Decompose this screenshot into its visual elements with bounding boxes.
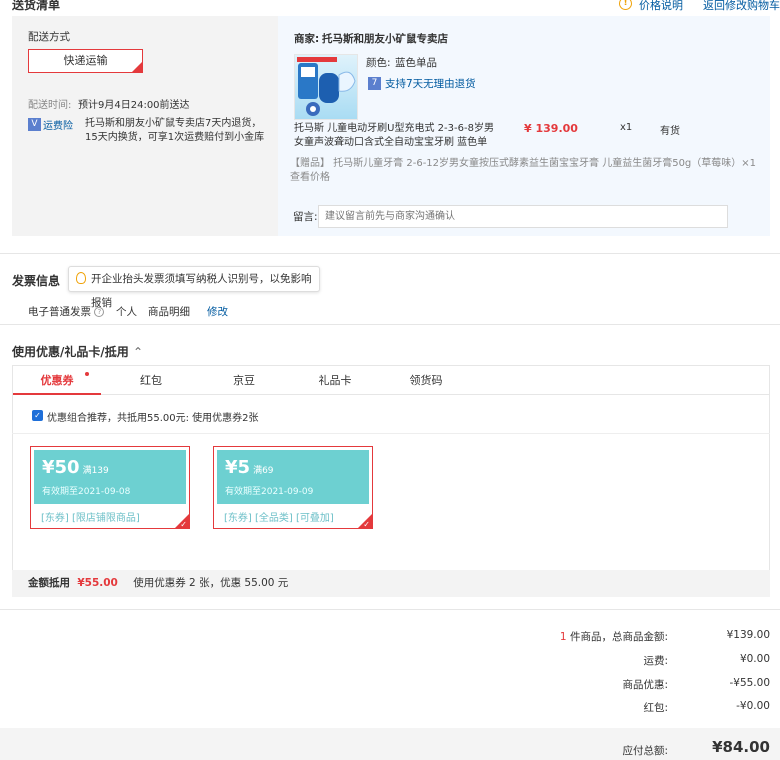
goods-total-value: ¥139.00: [726, 629, 770, 641]
back-to-cart-link[interactable]: 返回修改购物车: [703, 0, 780, 13]
coupon-summary-amount: ¥55.00: [77, 577, 118, 589]
discount-label: 商品优惠:: [622, 679, 668, 691]
invoice-edit-link[interactable]: 修改: [207, 304, 228, 319]
bulb-icon: [76, 272, 86, 284]
coupon-card[interactable]: ¥50 满139 有效期至2021-09-08 [东券] [限店铺限商品] ✓: [30, 446, 190, 529]
coupon-tags: [东券] [全品类] [可叠加]: [224, 513, 334, 524]
store-label: 商家:: [294, 33, 320, 45]
check-icon: ✓: [180, 520, 187, 529]
check-icon: ✓: [363, 520, 370, 529]
invoice-content: 商品明细: [148, 306, 190, 318]
insurance-icon: V: [28, 118, 41, 131]
coupon-face: ¥50 满139 有效期至2021-09-08: [34, 450, 186, 504]
store-name[interactable]: 托马斯和朋友小矿鼠专卖店: [322, 31, 448, 46]
invoice-holder: 个人: [116, 306, 137, 318]
tab-coupons-label: 优惠券: [40, 374, 74, 387]
express-shipping-option[interactable]: 快递运输 ✓: [28, 49, 143, 73]
freight-label: 运费:: [643, 655, 668, 667]
tab-jd-beans[interactable]: 京豆: [201, 366, 287, 395]
coupon-face: ¥5 满69 有效期至2021-09-09: [217, 450, 369, 504]
item-count: 1: [559, 631, 567, 643]
freight-insurance-link[interactable]: 运费险: [43, 117, 73, 132]
tab-coupons[interactable]: 优惠券: [13, 366, 101, 395]
coupon-card[interactable]: ¥5 满69 有效期至2021-09-09 [东券] [全品类] [可叠加] ✓: [213, 446, 373, 529]
message-input[interactable]: [318, 205, 728, 228]
divider: [12, 433, 770, 434]
coupon-amount: ¥50 满139: [42, 457, 109, 478]
delivery-time-label: 配送时间:: [28, 100, 72, 111]
shipping-method-label: 配送方式: [28, 31, 70, 43]
express-shipping-label: 快递运输: [63, 54, 108, 67]
coupon-tags: [东券] [限店铺限商品]: [41, 513, 140, 524]
item-count-suffix: 件商品，总商品金额:: [569, 631, 668, 643]
invoice-tip: 开企业抬头发票须填写纳税人识别号，以免影响报销: [68, 266, 320, 309]
product-qty: x1: [620, 122, 633, 133]
coupon-amount: ¥5 满69: [225, 457, 274, 478]
message-label: 留言:: [293, 211, 318, 223]
stock-status: 有货: [660, 126, 680, 137]
coupon-tabs: 优惠券 红包 京豆 礼品卡 领货码: [12, 365, 770, 395]
coupon-summary-label: 金额抵用: [28, 577, 70, 589]
section-title-shipping-list: 送货清单: [12, 0, 61, 12]
check-icon: ✓: [135, 59, 141, 67]
info-icon[interactable]: ?: [94, 307, 105, 317]
discount-value: -¥55.00: [729, 677, 770, 689]
grand-total-value: ¥84.00: [712, 738, 770, 756]
invoice-title: 发票信息: [12, 274, 61, 288]
color-value: 蓝色单品: [395, 57, 437, 69]
warning-icon: !: [619, 0, 632, 10]
product-price: ¥ 139.00: [524, 122, 578, 135]
chevron-up-icon: ⌃: [132, 345, 144, 359]
return-policy-link[interactable]: 支持7天无理由退货: [385, 76, 476, 91]
red-packet-value: -¥0.00: [736, 700, 770, 712]
freight-insurance-text: 托马斯和朋友小矿鼠专卖店7天内退货，15天内换货，可享1次运费赔付到小金库: [85, 118, 265, 143]
delivery-time-value: 预计9月4日24:00前送达: [78, 100, 190, 111]
red-packet-label: 红包:: [643, 702, 668, 714]
new-dot-icon: [85, 372, 89, 376]
invoice-type: 电子普通发票 ?: [28, 304, 105, 319]
coupon-summary-detail: 使用优惠券 2 张，优惠 55.00 元: [133, 577, 289, 589]
divider: [0, 324, 780, 325]
recommend-text: 优惠组合推荐，共抵用55.00元: 使用优惠券2张: [47, 413, 259, 424]
coupon-expiry: 有效期至2021-09-09: [225, 487, 314, 497]
coupon-expiry: 有效期至2021-09-08: [42, 487, 131, 497]
price-note-link[interactable]: 价格说明: [639, 0, 683, 13]
goods-total-label: 1 件商品，总商品金额:: [560, 629, 668, 644]
coupons-title-text: 使用优惠/礼品卡/抵用: [12, 345, 129, 359]
freight-value: ¥0.00: [739, 653, 770, 665]
tab-pickup-code[interactable]: 领货码: [383, 366, 469, 395]
tab-gift-card[interactable]: 礼品卡: [287, 366, 383, 395]
coupons-title[interactable]: 使用优惠/礼品卡/抵用 ⌃: [12, 343, 143, 360]
gift-item: 【赠品】 托马斯儿童牙膏 2-6-12岁男女童按压式酵素益生菌宝宝牙膏 儿童益生…: [290, 158, 757, 183]
toothbrush-image: [297, 57, 356, 116]
tab-red-packet[interactable]: 红包: [101, 366, 201, 395]
color-label: 颜色:: [366, 57, 391, 69]
recommend-checkbox[interactable]: ✓: [32, 410, 43, 421]
divider: [0, 609, 780, 610]
product-name[interactable]: 托马斯 儿童电动牙刷U型充电式 2-3-6-8岁男女童声波聋动口含式全自动宝宝牙…: [294, 122, 494, 150]
invoice-type-label: 电子普通发票: [28, 306, 91, 318]
return-policy-icon: 7: [368, 77, 381, 90]
coupon-summary: 金额抵用 ¥55.00 使用优惠券 2 张，优惠 55.00 元: [12, 570, 770, 597]
grand-total-label: 应付总额:: [622, 745, 668, 757]
product-image[interactable]: [294, 54, 358, 120]
divider: [0, 253, 780, 254]
